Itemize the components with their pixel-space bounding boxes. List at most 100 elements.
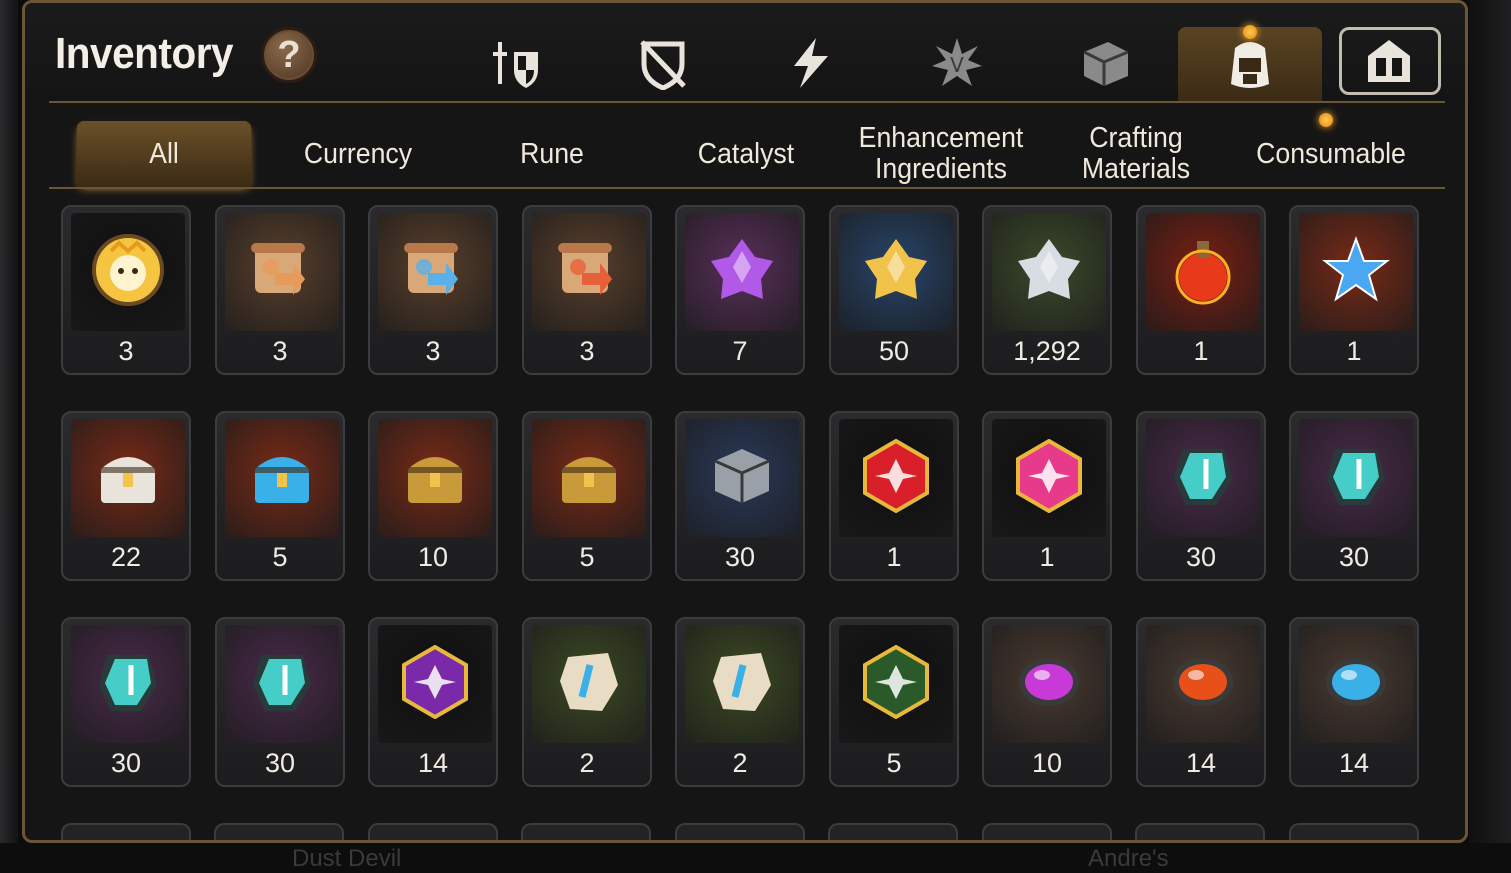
item-icon-frame: [532, 213, 646, 331]
item-count: 1: [1193, 336, 1209, 366]
item-slot-pink-potion-hex[interactable]: 1: [982, 411, 1112, 581]
item-count: 1: [886, 542, 902, 572]
item-slot-white-chest[interactable]: 22: [61, 411, 191, 581]
orb-icon: [1173, 658, 1233, 706]
tab-catalyst[interactable]: Catalyst: [659, 121, 834, 187]
item-slot-purple-crystal[interactable]: 7: [675, 205, 805, 375]
item-icon-frame: [1299, 625, 1413, 743]
item-slot-partial[interactable]: [368, 823, 498, 840]
item-slot-blue-orb[interactable]: 14: [1289, 617, 1419, 787]
item-slot-partial[interactable]: [1135, 823, 1265, 840]
item-count: 50: [878, 336, 910, 366]
item-slot-partial[interactable]: [675, 823, 805, 840]
item-count: 30: [264, 748, 296, 778]
shield-off-icon[interactable]: [633, 33, 693, 93]
item-slot-black-chest[interactable]: 10: [368, 411, 498, 581]
background-left-edge: [0, 0, 18, 873]
lightning-icon[interactable]: [781, 33, 841, 93]
item-slot-spiral-stone[interactable]: 2: [675, 617, 805, 787]
rune-icon: [253, 655, 311, 711]
stone-icon: [560, 653, 618, 711]
item-icon-frame: [685, 625, 799, 743]
item-count: 1,292: [1013, 336, 1081, 366]
item-slot-gold-crystal[interactable]: 50: [829, 205, 959, 375]
item-slot-star-potion[interactable]: 1: [1289, 205, 1419, 375]
backpack-icon[interactable]: [1220, 33, 1280, 93]
item-count: 14: [417, 748, 449, 778]
orb-icon: [1326, 658, 1386, 706]
svg-text:V: V: [950, 53, 964, 77]
item-slot-silver-crystal[interactable]: 1,292: [982, 205, 1112, 375]
item-slot-red-potion[interactable]: 1: [1136, 205, 1266, 375]
item-slot-star-rune-hex[interactable]: 14: [368, 617, 498, 787]
rune-icon: [1327, 449, 1385, 505]
item-slot-sword-rune[interactable]: 30: [1136, 411, 1266, 581]
gear-icon[interactable]: [487, 33, 547, 93]
item-count: 2: [732, 748, 748, 778]
item-icon-frame: [225, 213, 339, 331]
item-count: 30: [1338, 542, 1370, 572]
stone-icon: [713, 653, 771, 711]
item-icon-frame: [225, 419, 339, 537]
item-count: 22: [110, 542, 142, 572]
header-divider: [49, 101, 1445, 103]
tab-crafting-materials[interactable]: Crafting Materials: [1049, 121, 1224, 187]
item-slot-spiral-rune[interactable]: 30: [1289, 411, 1419, 581]
item-slot-stone-cube[interactable]: 30: [675, 411, 805, 581]
item-count: 1: [1346, 336, 1362, 366]
item-count: 2: [579, 748, 595, 778]
item-count: 7: [732, 336, 748, 366]
chest-icon: [255, 457, 309, 503]
item-count: 1: [1039, 542, 1055, 572]
item-icon-frame: [378, 213, 492, 331]
item-icon-frame: [71, 625, 185, 743]
item-slot-partial[interactable]: [61, 823, 191, 840]
cube-icon: [714, 449, 770, 503]
tab-all[interactable]: All: [76, 121, 252, 187]
item-icon-frame: [839, 419, 953, 537]
help-button[interactable]: ?: [261, 27, 317, 83]
item-slot-partial[interactable]: [828, 823, 958, 840]
item-count: 10: [417, 542, 449, 572]
notification-dot: [1319, 113, 1333, 127]
item-slot-star-stone-hex[interactable]: 5: [829, 617, 959, 787]
circle-portrait-icon: [92, 234, 164, 306]
item-icon-frame: [378, 419, 492, 537]
starburst-icon[interactable]: V: [927, 33, 987, 93]
item-icon-frame: [1146, 213, 1260, 331]
item-icon-frame: [1299, 213, 1413, 331]
background-label: Dust Devil: [292, 845, 402, 872]
item-count: 3: [425, 336, 441, 366]
item-icon-frame: [685, 213, 799, 331]
item-slot-partial[interactable]: [521, 823, 651, 840]
item-slot-black-chest-2[interactable]: 5: [522, 411, 652, 581]
box-icon[interactable]: [1075, 33, 1135, 93]
item-slot-armor-rune[interactable]: 30: [61, 617, 191, 787]
tab-rune[interactable]: Rune: [465, 121, 640, 187]
chest-icon: [562, 457, 616, 503]
item-slot-red-rune-hex[interactable]: 1: [829, 411, 959, 581]
item-slot-purple-orb[interactable]: 10: [982, 617, 1112, 787]
chest-icon: [408, 457, 462, 503]
item-icon-frame: [1146, 419, 1260, 537]
item-slot-scroll-red[interactable]: 3: [522, 205, 652, 375]
item-slot-sword-stone[interactable]: 2: [522, 617, 652, 787]
item-slot-red-orb[interactable]: 14: [1136, 617, 1266, 787]
tab-currency[interactable]: Currency: [271, 121, 446, 187]
tabs-divider: [49, 187, 1445, 189]
castle-icon[interactable]: [1359, 31, 1419, 91]
hex-icon: [1016, 439, 1082, 513]
tab-consumable[interactable]: Consumable: [1239, 121, 1423, 187]
item-slot-scroll-dragon[interactable]: 3: [215, 205, 345, 375]
item-slot-scroll-rainbow[interactable]: 3: [368, 205, 498, 375]
item-slot-partial[interactable]: [214, 823, 344, 840]
item-icon-frame: [532, 625, 646, 743]
tab-enhancement-ingredients[interactable]: Enhancement Ingredients: [849, 121, 1033, 187]
item-slot-blue-chest[interactable]: 5: [215, 411, 345, 581]
rune-icon: [99, 655, 157, 711]
item-slot-partial[interactable]: [1289, 823, 1419, 840]
item-slot-partial[interactable]: [982, 823, 1112, 840]
item-slot-hero-token[interactable]: 3: [61, 205, 191, 375]
item-icon-frame: [992, 213, 1106, 331]
item-slot-boot-rune[interactable]: 30: [215, 617, 345, 787]
